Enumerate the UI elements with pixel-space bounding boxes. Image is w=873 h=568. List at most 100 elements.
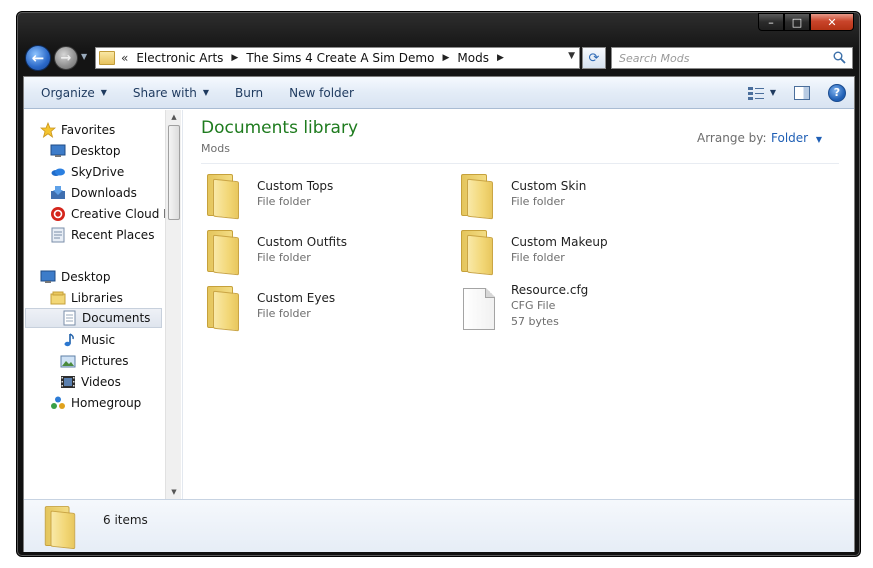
share-with-button[interactable]: Share with ▼	[124, 77, 218, 108]
skydrive-icon	[50, 164, 66, 180]
page-title: Documents library	[201, 118, 359, 138]
burn-button[interactable]: Burn	[226, 77, 272, 108]
breadcrumb-sims4-cas-demo[interactable]: The Sims 4 Create A Sim Demo ▶	[246, 51, 449, 65]
scroll-up-icon[interactable]: ▲	[166, 110, 182, 124]
change-view-icon[interactable]	[747, 86, 764, 100]
chevron-down-icon[interactable]: ▼	[770, 88, 776, 97]
search-box[interactable]	[611, 47, 853, 69]
pictures-icon	[60, 353, 76, 369]
organize-button[interactable]: Organize ▼	[32, 77, 116, 108]
sidebar-item-recent-places[interactable]: Recent Places	[50, 225, 154, 245]
preview-pane-icon[interactable]	[794, 85, 810, 100]
list-item-custom-makeup[interactable]: Custom Makeup File folder	[459, 230, 699, 282]
file-name: Custom Eyes	[257, 291, 336, 305]
caption-buttons: – □ ✕	[758, 13, 854, 31]
sidebar-item-desktop-root[interactable]: Desktop	[40, 267, 111, 287]
toolbar-right: ▼ ?	[747, 77, 854, 108]
folder-icon	[205, 286, 241, 332]
chevron-right-icon[interactable]: ▶	[497, 53, 504, 63]
sidebar-item-label: Desktop	[61, 270, 111, 284]
chevron-down-icon[interactable]: ▼	[568, 51, 575, 61]
videos-icon	[60, 374, 76, 390]
new-folder-button[interactable]: New folder	[280, 77, 363, 108]
chevron-down-icon: ▼	[202, 88, 209, 97]
list-item-custom-outfits[interactable]: Custom Outfits File folder	[205, 230, 445, 282]
sidebar-item-music[interactable]: Music	[60, 330, 115, 350]
list-item-custom-skin[interactable]: Custom Skin File folder	[459, 174, 699, 226]
file-type: File folder	[257, 251, 311, 264]
address-prefix[interactable]: «	[121, 51, 128, 65]
refresh-icon: ⟳	[588, 50, 600, 66]
header-divider	[201, 163, 839, 164]
page-subtitle: Mods	[201, 142, 230, 155]
back-button[interactable]: ←	[25, 45, 51, 71]
file-type: File folder	[257, 195, 311, 208]
file-name: Custom Tops	[257, 179, 334, 193]
chevron-right-icon[interactable]: ▶	[231, 53, 238, 63]
scrollbar-thumb[interactable]	[168, 125, 180, 220]
sidebar-item-favorites[interactable]: Favorites	[40, 120, 115, 140]
arrange-by-dropdown[interactable]: Folder ▼	[771, 131, 822, 145]
refresh-button[interactable]: ⟳	[582, 47, 606, 69]
sidebar-item-documents[interactable]: Documents	[25, 308, 162, 328]
help-button[interactable]: ?	[828, 83, 846, 102]
sidebar-item-homegroup[interactable]: Homegroup	[50, 393, 141, 413]
search-input[interactable]	[619, 51, 829, 65]
maximize-button[interactable]: □	[784, 13, 810, 31]
navigation-scrollbar[interactable]: ▲ ▼	[165, 110, 181, 499]
explorer-window: – □ ✕ ← → ▼ « Electronic Arts ▶ The Sims…	[16, 11, 861, 557]
breadcrumb-electronic-arts[interactable]: Electronic Arts ▶	[136, 51, 238, 65]
minimize-button[interactable]: –	[758, 13, 784, 31]
homegroup-icon	[50, 395, 66, 411]
forward-button[interactable]: →	[54, 46, 78, 70]
recent-pages-chevron-down-icon[interactable]: ▼	[81, 52, 91, 62]
pane-divider[interactable]	[182, 110, 183, 499]
sidebar-item-creative-cloud[interactable]: Creative Cloud Fi	[50, 204, 173, 224]
chevron-right-icon[interactable]: ▶	[442, 53, 449, 63]
file-type: File folder	[511, 251, 565, 264]
sidebar-item-label: Desktop	[71, 144, 121, 158]
breadcrumb-label: Electronic Arts	[136, 51, 224, 65]
file-type: CFG File	[511, 299, 556, 312]
folder-icon	[205, 230, 241, 276]
music-icon	[60, 332, 76, 348]
item-count: 6 items	[103, 513, 148, 527]
desktop-icon	[50, 143, 66, 159]
navigation-pane: Favorites Desktop SkyDrive Downloads Cre…	[24, 110, 184, 499]
sidebar-item-label: SkyDrive	[71, 165, 125, 179]
breadcrumb-mods[interactable]: Mods ▶	[457, 51, 504, 65]
command-bar: Organize ▼ Share with ▼ Burn New folder …	[24, 77, 854, 109]
address-bar[interactable]: « Electronic Arts ▶ The Sims 4 Create A …	[95, 47, 580, 69]
sidebar-item-videos[interactable]: Videos	[60, 372, 121, 392]
file-name: Custom Makeup	[511, 235, 608, 249]
sidebar-item-label: Recent Places	[71, 228, 155, 242]
folder-icon	[459, 174, 495, 220]
downloads-icon	[50, 185, 66, 201]
recent-places-icon	[50, 227, 66, 243]
breadcrumb-label: Mods	[457, 51, 489, 65]
file-name: Resource.cfg	[511, 283, 589, 297]
share-with-label: Share with	[132, 85, 197, 100]
list-item-resource-cfg[interactable]: Resource.cfg CFG File 57 bytes	[459, 278, 699, 330]
sidebar-item-label: Creative Cloud Fi	[71, 207, 173, 221]
star-icon	[40, 122, 56, 138]
sidebar-item-downloads[interactable]: Downloads	[50, 183, 137, 203]
list-item-custom-eyes[interactable]: Custom Eyes File folder	[205, 286, 445, 338]
list-item-custom-tops[interactable]: Custom Tops File folder	[205, 174, 445, 226]
new-folder-label: New folder	[289, 85, 354, 100]
sidebar-item-pictures[interactable]: Pictures	[60, 351, 129, 371]
scroll-down-icon[interactable]: ▼	[166, 485, 182, 499]
sidebar-item-libraries[interactable]: Libraries	[50, 288, 123, 308]
sidebar-item-label: Documents	[82, 311, 151, 325]
sidebar-item-label: Homegroup	[71, 396, 142, 410]
chevron-down-icon: ▼	[100, 88, 107, 97]
file-list: Documents library Mods Arrange by: Folde…	[184, 110, 854, 499]
burn-label: Burn	[234, 85, 264, 100]
file-name: Custom Outfits	[257, 235, 348, 249]
file-name: Custom Skin	[511, 179, 587, 193]
close-button[interactable]: ✕	[810, 13, 854, 31]
sidebar-item-label: Downloads	[71, 186, 137, 200]
search-icon[interactable]	[833, 51, 846, 64]
sidebar-item-skydrive[interactable]: SkyDrive	[50, 162, 124, 182]
sidebar-item-desktop[interactable]: Desktop	[50, 141, 121, 161]
